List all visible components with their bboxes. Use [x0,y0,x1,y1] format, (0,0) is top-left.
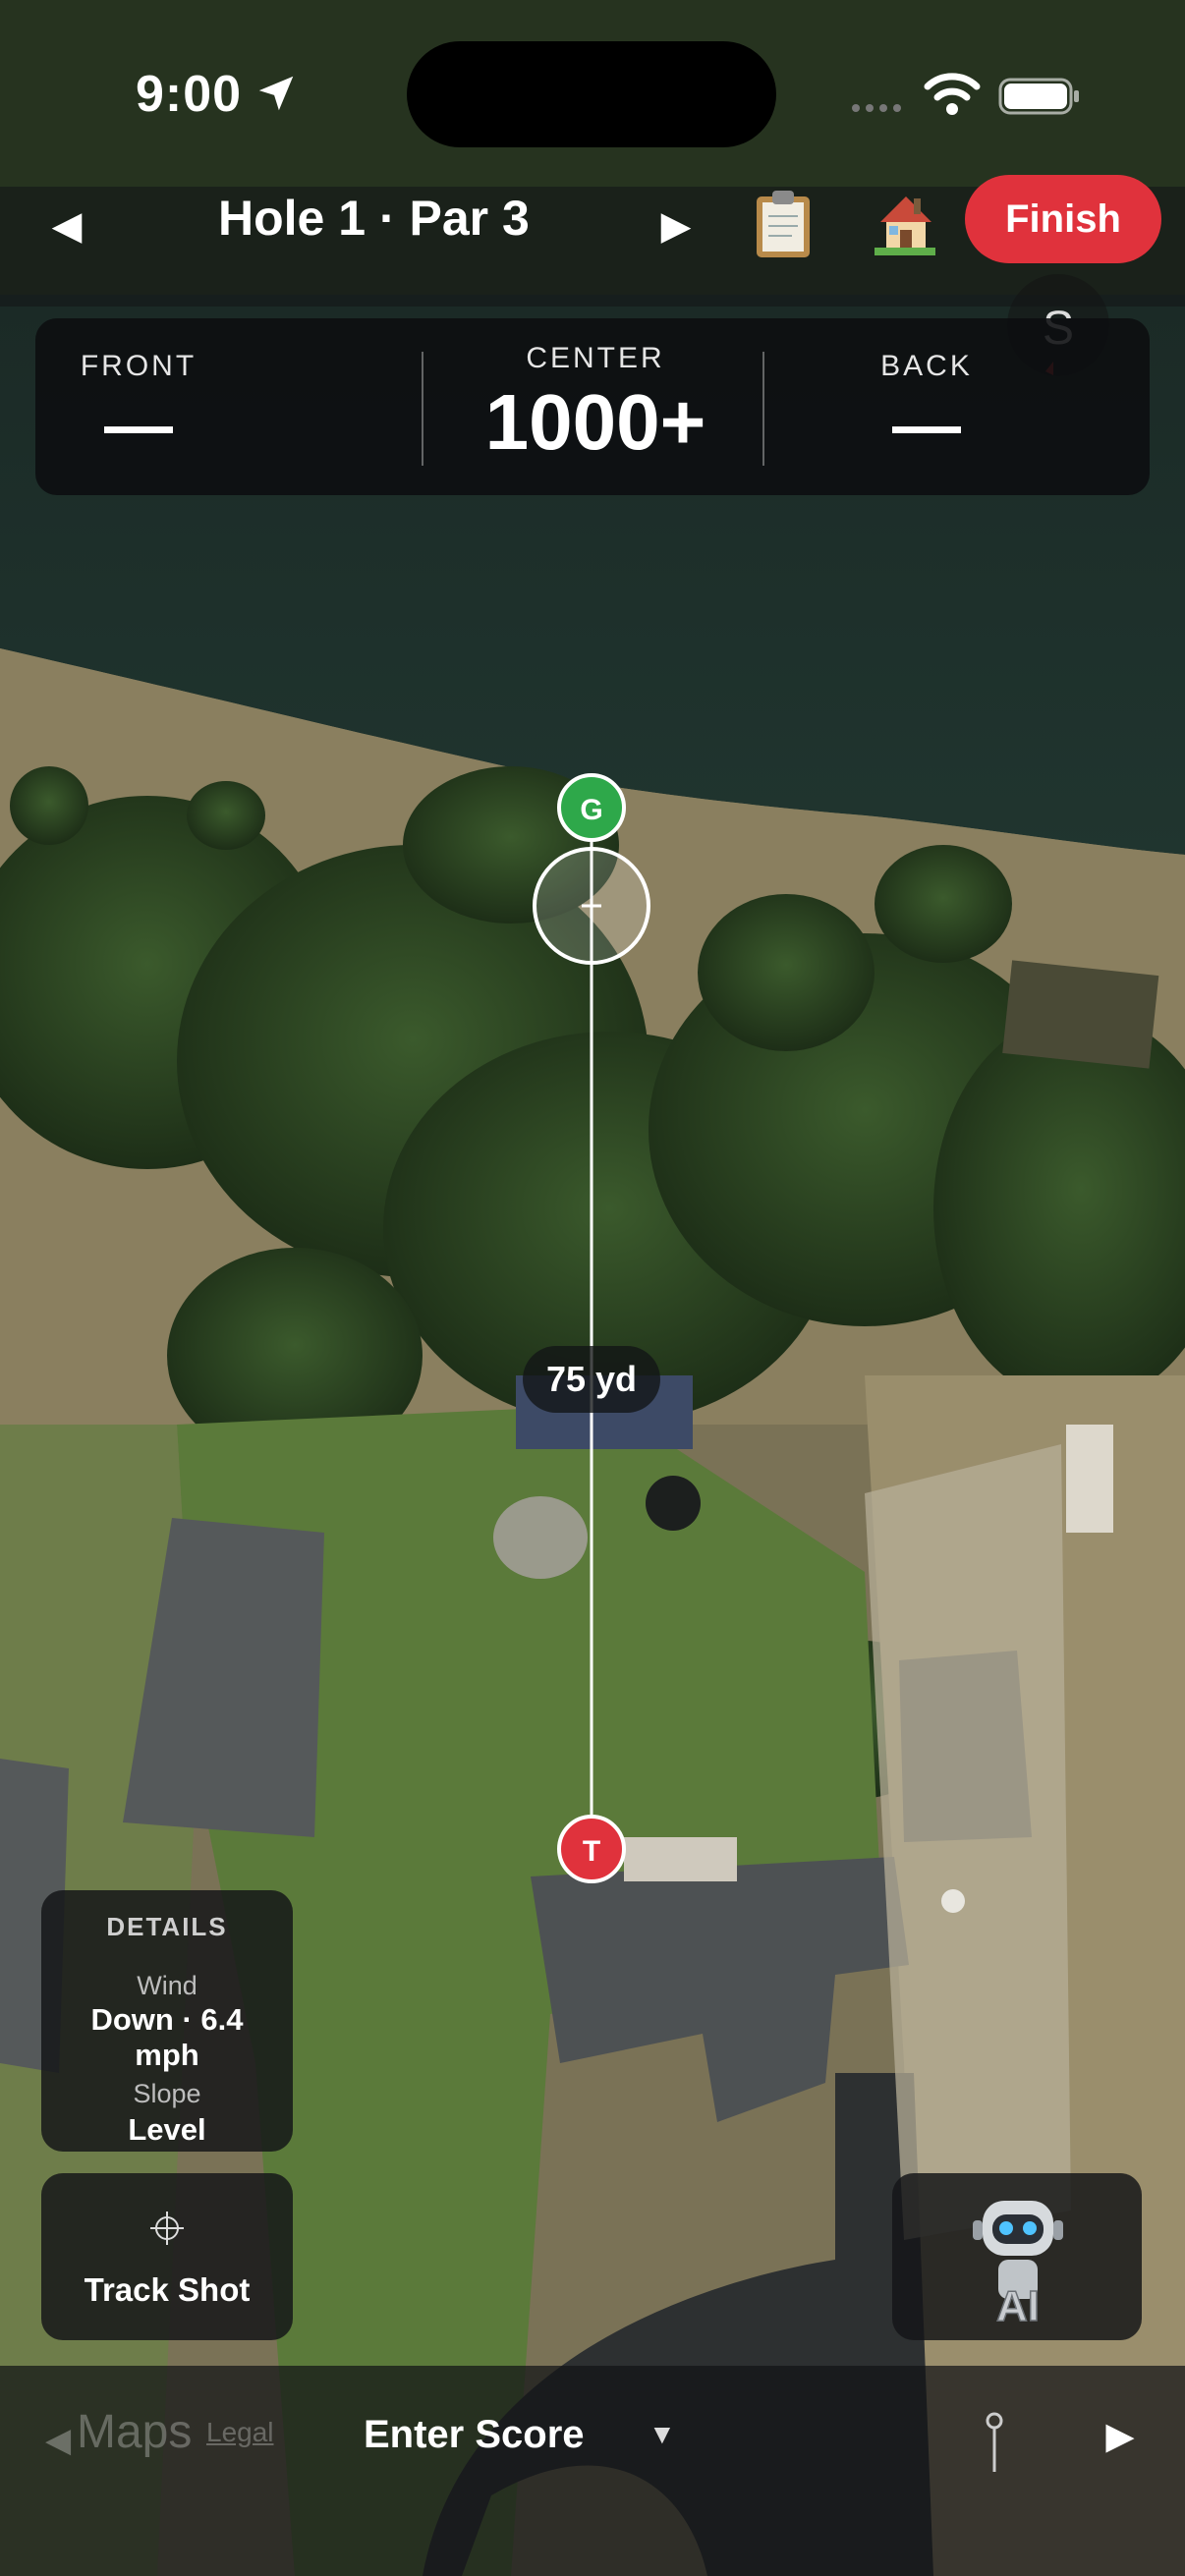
enter-score-button[interactable]: Enter Score ▼ [364,2395,698,2474]
scorecard-clipboard-icon[interactable] [753,189,814,259]
yardage-panel: FRONT — CENTER 1000+ BACK — [35,318,1150,495]
legal-link[interactable]: Legal [206,2417,274,2448]
finish-round-button[interactable]: Finish [965,175,1161,263]
pin-icon[interactable] [981,2411,1008,2474]
maps-attribution: Maps [77,2406,193,2458]
track-shot-button[interactable]: Track Shot [41,2173,293,2340]
ai-robot-icon: AI [973,2201,1063,2328]
next-hole-button[interactable]: ▶ [656,206,696,246]
status-bar: 9:00 [0,0,1185,187]
back-value: — [892,386,961,463]
details-card[interactable]: DETAILS Wind Down · 6.4 mph Slope Level [41,1890,293,2152]
back-yardage: BACK — [782,318,1150,495]
bottom-bar: ◀ Maps Legal Enter Score ▼ ▶ [0,2366,1185,2576]
center-value: 1000+ [484,378,706,466]
location-arrow-icon [258,76,294,111]
center-yardage: CENTER 1000+ [428,318,762,495]
chevron-down-icon: ▼ [649,2419,676,2449]
dynamic-island [407,41,776,147]
slope-label: Slope [133,2079,201,2108]
hole-title: Hole 1 · Par 3 [218,191,530,246]
track-shot-label: Track Shot [84,2271,251,2308]
crosshair-icon [150,2212,184,2245]
details-title: DETAILS [106,1912,228,1941]
bottom-next-button[interactable]: ▶ [1099,2415,1142,2458]
wind-value: Down · 6.4 mph [90,2002,244,2072]
home-icon[interactable] [873,189,937,257]
center-label: CENTER [526,342,665,374]
enter-score-label: Enter Score [364,2413,585,2456]
front-value: — [104,386,173,463]
status-time: 9:00 [136,66,243,123]
battery-icon [998,78,1079,115]
previous-hole-button[interactable]: ◀ [47,206,86,246]
bottom-previous-button[interactable]: ◀ [45,2421,71,2460]
shot-distance-label: 75 yd [523,1346,660,1413]
yardage-divider [422,352,423,466]
svg-text:AI: AI [996,2282,1040,2328]
wind-label: Wind [137,1971,198,2000]
back-label: BACK [880,350,973,382]
ai-caddie-button[interactable]: AI [892,2173,1142,2340]
cellular-signal-icon [852,104,901,112]
slope-value: Level [128,2112,206,2147]
wifi-icon [924,73,981,115]
front-label: FRONT [80,350,198,382]
hole-header: ◀ Hole 1 · Par 3 ▶ Finish S [0,175,1185,376]
